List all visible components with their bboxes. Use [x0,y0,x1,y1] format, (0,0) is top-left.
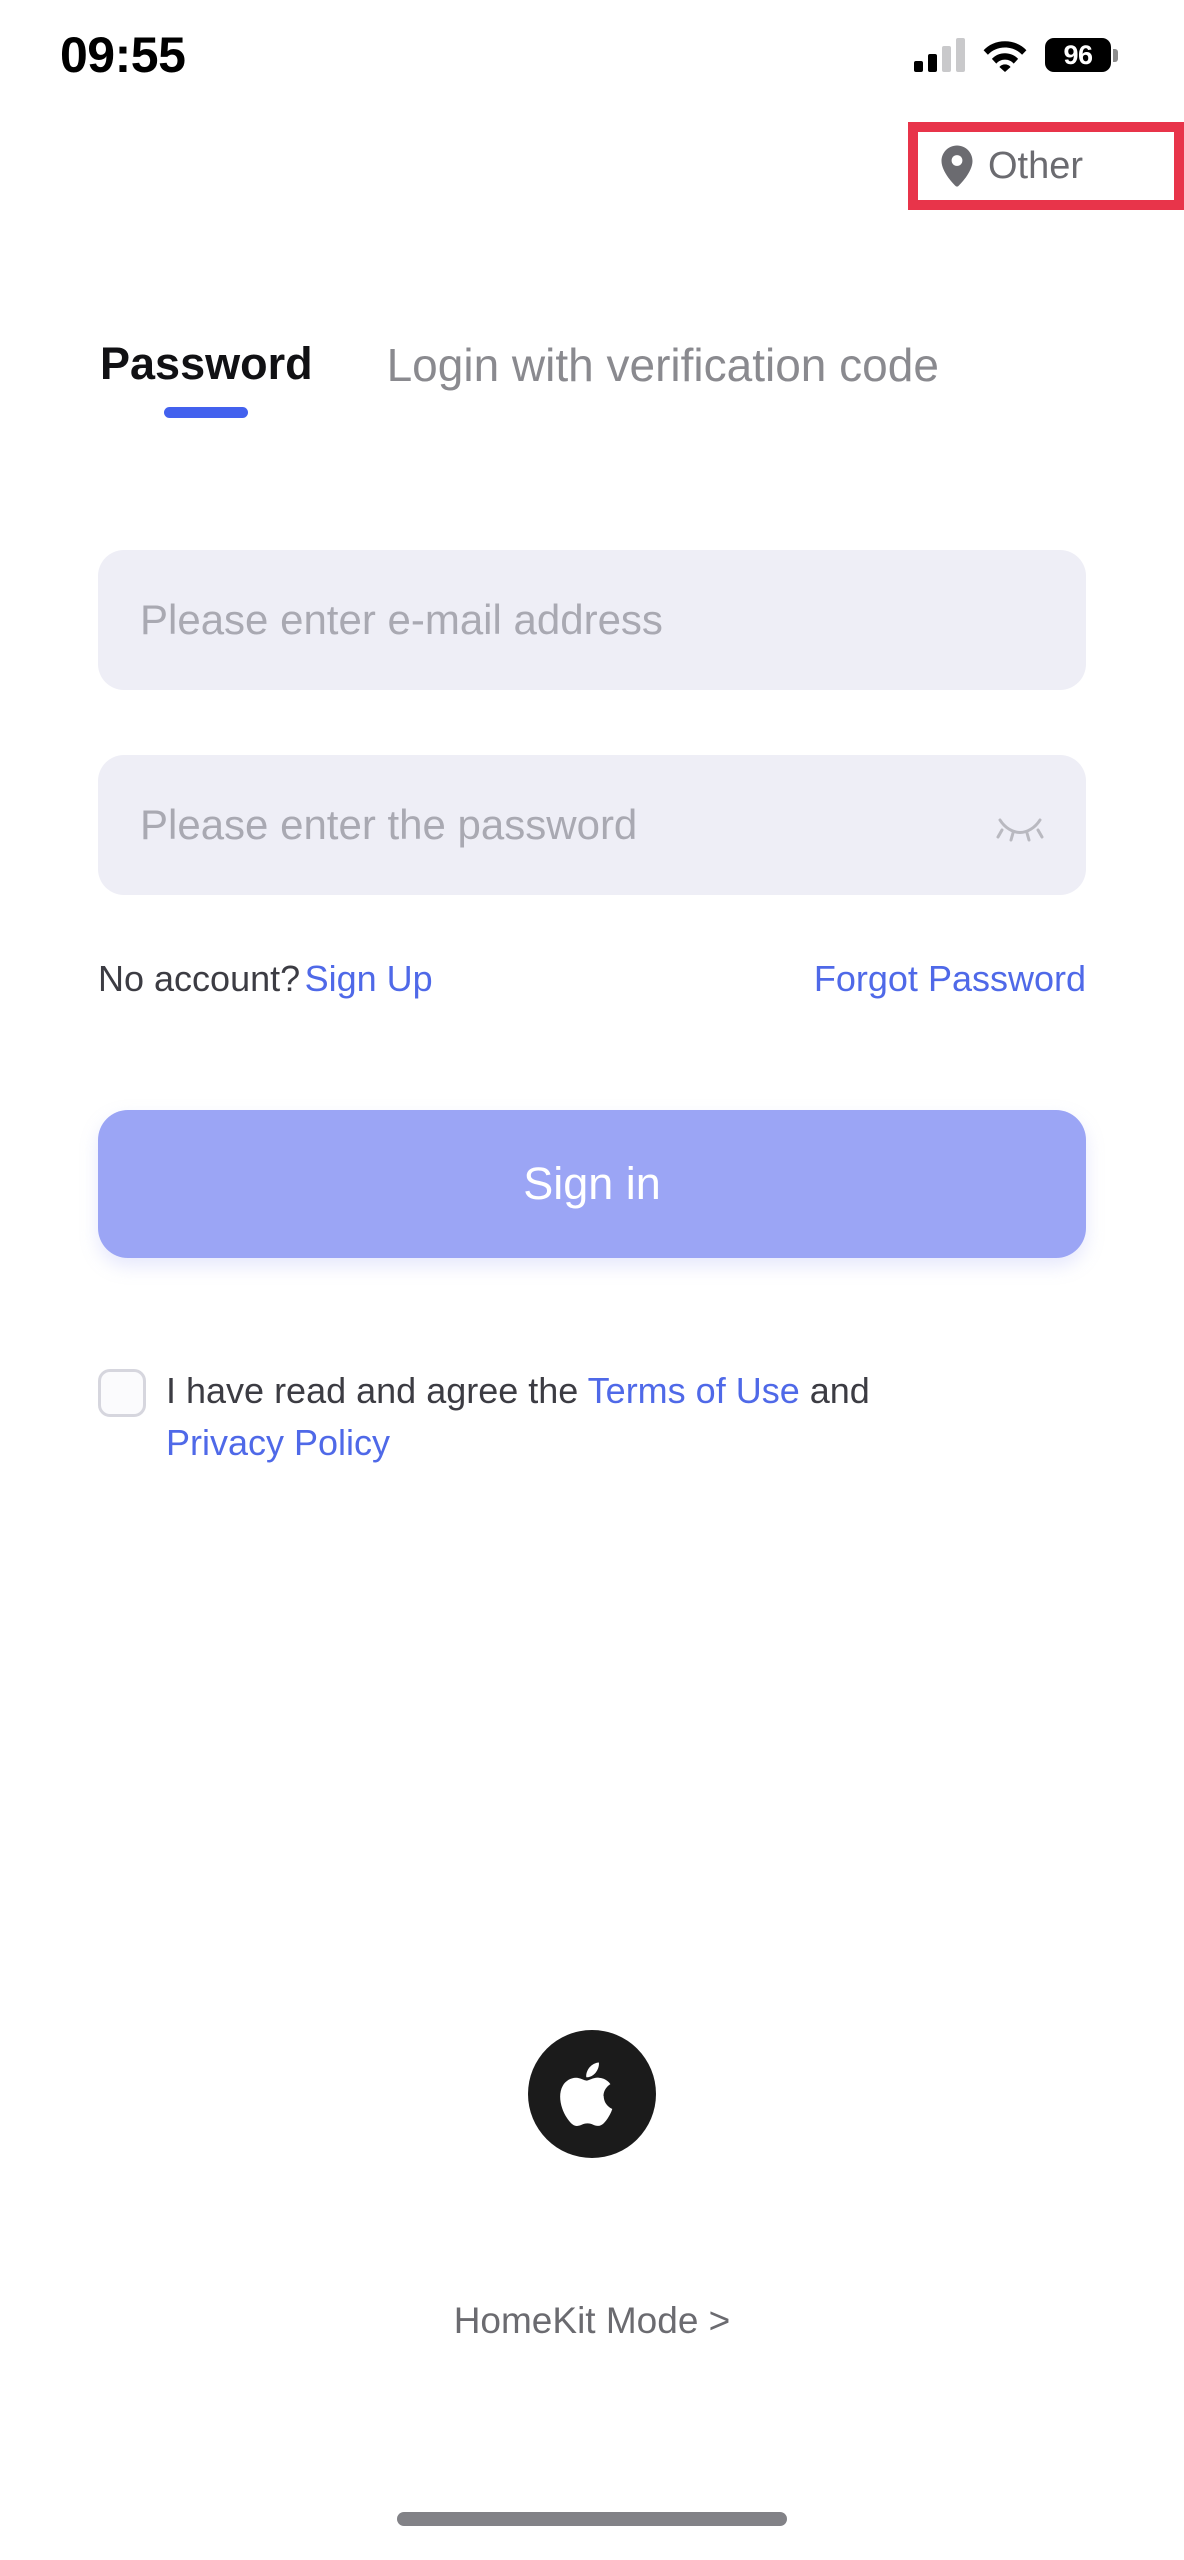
tab-verification-code-label: Login with verification code [386,339,939,391]
password-field-placeholder: Please enter the password [140,801,638,848]
no-account-group: No account? Sign Up [98,958,433,1000]
eye-closed-icon[interactable] [996,808,1044,842]
sign-up-link[interactable]: Sign Up [305,958,433,999]
battery-icon: 96 [1045,38,1118,72]
agreement-text: I have read and agree the Terms of Use a… [166,1365,978,1469]
home-indicator[interactable] [397,2512,787,2526]
tab-password[interactable]: Password [100,338,313,418]
login-method-tabs: Password Login with verification code [0,338,1184,458]
tab-password-label: Password [100,338,313,389]
tab-inactive-indicator [621,409,705,420]
privacy-policy-link[interactable]: Privacy Policy [166,1422,390,1463]
tab-verification-code[interactable]: Login with verification code [387,338,939,420]
battery-level-label: 96 [1063,39,1093,70]
password-field[interactable]: Please enter the password [98,755,1086,895]
location-selector-button[interactable]: Other [930,136,1093,196]
tab-active-indicator [164,407,249,418]
no-account-label: No account? [98,958,301,999]
wifi-icon [983,41,1027,72]
sign-in-button[interactable]: Sign in [98,1110,1086,1258]
agreement-conjunction: and [809,1370,870,1411]
status-bar: 09:55 96 [0,0,1184,110]
apple-glyph-icon [560,2062,613,2127]
location-label: Other [988,144,1084,187]
forgot-password-link[interactable]: Forgot Password [814,958,1086,1000]
email-field-placeholder: Please enter e-mail address [140,596,663,643]
auth-helper-links: No account? Sign Up Forgot Password [98,958,1086,1000]
cellular-signal-icon [914,38,965,72]
map-pin-icon [941,145,973,187]
terms-of-use-link[interactable]: Terms of Use [588,1370,800,1411]
status-bar-indicators: 96 [914,38,1118,72]
agreement-row: I have read and agree the Terms of Use a… [98,1365,978,1469]
apple-logo-icon[interactable] [528,2030,656,2158]
homekit-mode-link[interactable]: HomeKit Mode > [0,2300,1184,2342]
agreement-checkbox[interactable] [98,1369,146,1417]
email-field[interactable]: Please enter e-mail address [98,550,1086,690]
status-bar-time: 09:55 [60,27,186,83]
agreement-prefix: I have read and agree the [166,1370,579,1411]
